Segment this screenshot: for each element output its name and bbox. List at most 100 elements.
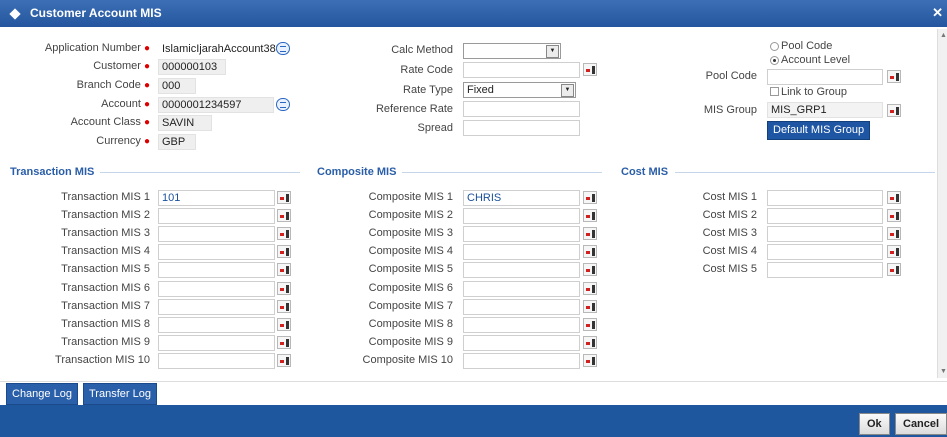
- footer-bar: [0, 405, 947, 437]
- transaction-mis-input[interactable]: [158, 208, 275, 225]
- composite-mis-input[interactable]: [463, 244, 580, 261]
- scroll-up-icon[interactable]: ▲: [940, 32, 947, 39]
- composite-mis-input[interactable]: [463, 208, 580, 225]
- composite-mis-label: Composite MIS 3: [368, 227, 453, 240]
- transaction-mis-label: Transaction MIS 7: [61, 299, 150, 312]
- transaction-mis-label: Transaction MIS 8: [61, 317, 150, 330]
- composite-mis-label: Composite MIS 2: [368, 209, 453, 222]
- transaction-mis-lov-icon[interactable]: [277, 299, 291, 313]
- account-details-icon[interactable]: [276, 98, 290, 111]
- transaction-mis-input[interactable]: [158, 226, 275, 243]
- cost-mis-input[interactable]: [767, 190, 883, 206]
- transaction-mis-input[interactable]: [158, 280, 275, 297]
- composite-mis-lov-icon[interactable]: [583, 191, 597, 204]
- pool-code-option-label: Pool Code: [781, 40, 833, 52]
- tab-change-log[interactable]: Change Log: [6, 383, 78, 405]
- composite-mis-lov-icon[interactable]: [583, 317, 597, 331]
- transaction-mis-input[interactable]: [158, 298, 275, 315]
- rate-code-label: Rate Code: [400, 64, 453, 76]
- link-to-group-checkbox[interactable]: [770, 87, 779, 96]
- transaction-mis-lov-icon[interactable]: [277, 209, 291, 223]
- composite-mis-input[interactable]: [463, 334, 580, 351]
- transaction-mis-lov-icon[interactable]: [277, 281, 291, 295]
- transaction-mis-label: Transaction MIS 10: [55, 353, 150, 366]
- close-icon[interactable]: ✕: [932, 5, 943, 21]
- pool-code-radio[interactable]: [770, 42, 779, 51]
- reference-rate-input[interactable]: [463, 101, 580, 117]
- application-number-value: IslamicIjarahAccount389: [162, 43, 282, 55]
- composite-mis-label: Composite MIS 1: [368, 191, 453, 203]
- cost-mis-input[interactable]: [767, 244, 883, 261]
- cancel-button[interactable]: Cancel: [895, 413, 947, 435]
- vertical-scrollbar[interactable]: ▲ ▼: [937, 29, 947, 378]
- composite-mis-lov-icon[interactable]: [583, 353, 597, 367]
- composite-mis-input[interactable]: [463, 262, 580, 279]
- account-value: 0000001234597: [158, 97, 274, 113]
- transaction-mis-input[interactable]: [158, 262, 275, 279]
- cost-mis-lov-icon[interactable]: [887, 227, 901, 241]
- mis-group-value: MIS_GRP1: [767, 102, 883, 118]
- composite-mis-input[interactable]: [463, 280, 580, 297]
- cost-mis-input[interactable]: [767, 226, 883, 243]
- composite-mis-lov-icon[interactable]: [583, 281, 597, 295]
- application-number-details-icon[interactable]: [276, 42, 290, 55]
- pool-code-lov-icon[interactable]: [887, 70, 901, 83]
- spread-input[interactable]: [463, 120, 580, 136]
- composite-mis-lov-icon[interactable]: [583, 209, 597, 223]
- account-class-label: Account Class ●: [70, 116, 150, 128]
- composite-mis-input[interactable]: [463, 226, 580, 243]
- transaction-mis-input[interactable]: [158, 316, 275, 333]
- transaction-mis-lov-icon[interactable]: [277, 227, 291, 241]
- cost-mis-label: Cost MIS 5: [702, 263, 757, 276]
- composite-mis-input[interactable]: [463, 352, 580, 369]
- composite-mis-lov-icon[interactable]: [583, 263, 597, 277]
- composite-mis-label: Composite MIS 4: [368, 245, 453, 258]
- chevron-down-icon: ▼: [561, 84, 574, 97]
- rate-code-input[interactable]: [463, 62, 580, 78]
- cost-mis-input[interactable]: [767, 208, 883, 225]
- cost-mis-lov-icon[interactable]: [887, 263, 901, 277]
- calc-method-select[interactable]: ▼: [463, 43, 561, 59]
- composite-mis-lov-icon[interactable]: [583, 335, 597, 349]
- transaction-mis-input[interactable]: [158, 352, 275, 369]
- composite-mis-lov-icon[interactable]: [583, 227, 597, 241]
- transaction-mis-label: Transaction MIS 2: [61, 209, 150, 222]
- transaction-mis-label: Transaction MIS 4: [61, 245, 150, 258]
- composite-mis-lov-icon[interactable]: [583, 245, 597, 259]
- tab-transfer-log[interactable]: Transfer Log: [83, 383, 157, 405]
- rate-type-select[interactable]: Fixed ▼: [463, 82, 576, 98]
- cost-mis-lov-icon[interactable]: [887, 191, 901, 204]
- default-mis-group-button[interactable]: Default MIS Group: [767, 121, 871, 140]
- transaction-mis-lov-icon[interactable]: [277, 335, 291, 349]
- composite-mis-label: Composite MIS 6: [368, 281, 453, 294]
- composite-mis-input[interactable]: [463, 316, 580, 333]
- transaction-mis-lov-icon[interactable]: [277, 191, 291, 204]
- transaction-mis-lov-icon[interactable]: [277, 245, 291, 259]
- reference-rate-label: Reference Rate: [375, 103, 453, 115]
- transaction-mis-label: Transaction MIS 1: [61, 191, 150, 203]
- rate-code-lov-icon[interactable]: [583, 63, 597, 76]
- pool-code-input[interactable]: [767, 69, 883, 85]
- transaction-mis-input[interactable]: 101: [158, 190, 275, 206]
- transaction-mis-input[interactable]: [158, 244, 275, 261]
- transaction-mis-lov-icon[interactable]: [277, 353, 291, 367]
- transaction-mis-lov-icon[interactable]: [277, 317, 291, 331]
- composite-mis-label: Composite MIS 9: [368, 335, 453, 348]
- transaction-mis-input[interactable]: [158, 334, 275, 351]
- customer-label: Customer ●: [93, 60, 150, 72]
- transaction-mis-section-title: Transaction MIS: [10, 166, 95, 178]
- calc-method-label: Calc Method: [391, 44, 453, 56]
- composite-mis-input[interactable]: CHRIS: [463, 190, 580, 206]
- scroll-down-icon[interactable]: ▼: [940, 368, 947, 375]
- composite-mis-input[interactable]: [463, 298, 580, 315]
- account-level-radio[interactable]: [770, 56, 779, 65]
- currency-label: Currency ●: [96, 135, 150, 147]
- cost-mis-lov-icon[interactable]: [887, 209, 901, 223]
- composite-mis-label: Composite MIS 8: [368, 317, 453, 330]
- cost-mis-lov-icon[interactable]: [887, 245, 901, 259]
- composite-mis-lov-icon[interactable]: [583, 299, 597, 313]
- transaction-mis-lov-icon[interactable]: [277, 263, 291, 277]
- mis-group-lov-icon[interactable]: [887, 104, 901, 117]
- cost-mis-input[interactable]: [767, 262, 883, 279]
- ok-button[interactable]: Ok: [859, 413, 890, 435]
